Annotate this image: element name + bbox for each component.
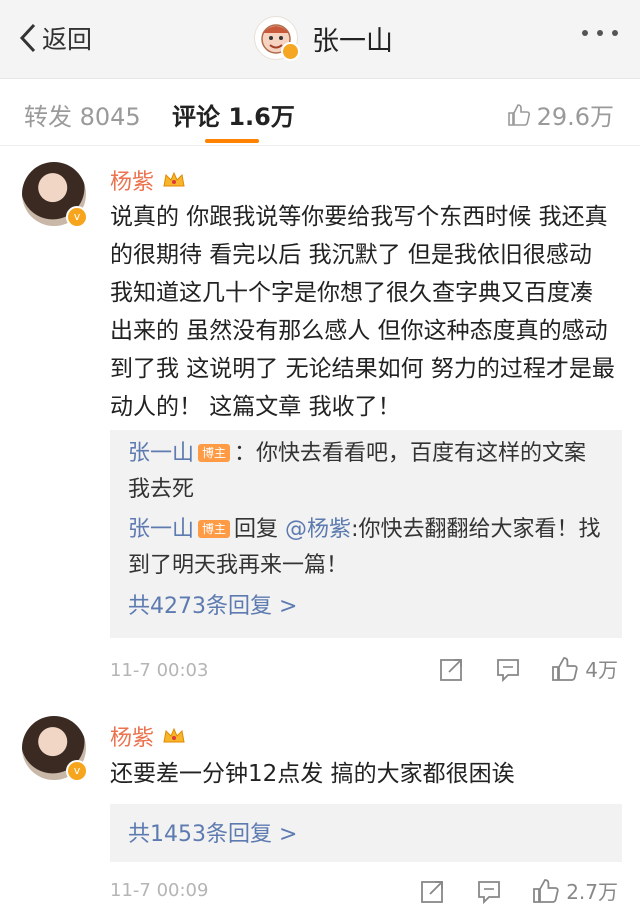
thumbs-up-icon <box>533 878 559 903</box>
share-icon <box>440 658 463 681</box>
reply-prefix: 回复 <box>234 517 279 542</box>
tab-like-count: 29.6万 <box>536 103 614 131</box>
comment-author[interactable]: 杨紫 <box>110 164 186 196</box>
back-label: 返回 <box>42 25 93 54</box>
comment-text: 说真的 你跟我说等你要给我写个东西时候 我还真的很期待 看完以后 我沉默了 但是… <box>110 204 615 420</box>
more-dots-icon[interactable] <box>582 30 618 36</box>
verified-badge-icon: v <box>66 206 88 228</box>
blogger-badge: 博主 <box>198 520 231 538</box>
comment-author[interactable]: 杨紫 <box>110 720 186 752</box>
back-button[interactable]: 返回 <box>18 20 92 56</box>
active-tab-indicator <box>205 139 259 143</box>
like-count: 4万 <box>585 658 618 682</box>
tab-comment[interactable]: 评论 1.6万 <box>172 97 295 132</box>
reply-author[interactable]: 张一山 <box>128 441 194 466</box>
share-icon <box>421 880 444 903</box>
comment-item: v 杨紫 说真的 你跟我说等你要给我写个东西时候 我还真的很期待 看完以后 我沉… <box>0 146 640 686</box>
forward-button[interactable] <box>420 878 446 904</box>
comment-time: 11-7 00:09 <box>110 880 209 901</box>
author-name: 杨紫 <box>110 170 155 195</box>
avatar[interactable]: v <box>22 162 88 228</box>
nav-title-group[interactable]: 张一山 <box>254 14 393 62</box>
reply-item[interactable]: 张一山 博主 ：你快去看看吧，百度有这样的文案我去死 <box>128 436 608 508</box>
comment-text: 还要差一分钟12点发 搞的大家都很困诶 <box>110 761 515 787</box>
like-button[interactable]: 4万 <box>551 654 618 683</box>
comment-time: 11-7 00:03 <box>110 660 209 681</box>
reply-text: ：你快去看看吧，百度有这样的文案我去死 <box>128 441 587 502</box>
top-nav-bar: 返回 张一山 <box>0 0 640 79</box>
nav-title: 张一山 <box>312 25 393 57</box>
reply-panel: 共1453条回复 > <box>110 804 622 862</box>
mention-link[interactable]: @杨紫 <box>285 517 351 542</box>
comment-button[interactable] <box>476 878 502 904</box>
more-replies-link[interactable]: 共1453条回复 > <box>128 816 297 848</box>
crown-icon <box>163 727 185 743</box>
thumbs-up-icon <box>507 103 530 126</box>
like-count: 2.7万 <box>566 880 618 904</box>
blogger-badge: 博主 <box>198 444 231 462</box>
tab-forward[interactable]: 转发 8045 <box>24 97 141 132</box>
avatar[interactable]: v <box>22 716 88 782</box>
tab-like[interactable]: 29.6万 <box>507 97 614 132</box>
reply-item[interactable]: 张一山 博主 回复 @杨紫:你快去翻翻给大家看！找到了明天我再来一篇！ <box>128 512 608 584</box>
blogger-avatar <box>254 16 300 61</box>
comment-item: v 杨紫 还要差一分钟12点发 搞的大家都很困诶 共1453条回复 > 11-7… <box>0 700 640 917</box>
reply-author[interactable]: 张一山 <box>128 517 194 542</box>
reply-panel: 张一山 博主 ：你快去看看吧，百度有这样的文案我去死 张一山 博主 回复 @杨紫:你快去… <box>110 430 622 638</box>
like-button[interactable]: 2.7万 <box>532 876 618 905</box>
author-name: 杨紫 <box>110 726 155 751</box>
thumbs-up-icon <box>552 656 578 681</box>
verified-badge-icon <box>281 42 300 61</box>
tab-bar: 转发 8045 评论 1.6万 29.6万 <box>0 79 640 146</box>
chevron-left-icon <box>19 23 36 53</box>
comment-actions: 4万 <box>409 654 618 683</box>
comment-button[interactable] <box>495 656 521 682</box>
forward-button[interactable] <box>439 656 465 682</box>
comment-actions: 2.7万 <box>390 876 618 905</box>
more-replies-link[interactable]: 共4273条回复 > <box>128 588 297 620</box>
verified-badge-icon: v <box>66 760 88 782</box>
comment-icon <box>497 658 520 682</box>
crown-icon <box>163 171 185 187</box>
comment-icon <box>478 880 501 904</box>
